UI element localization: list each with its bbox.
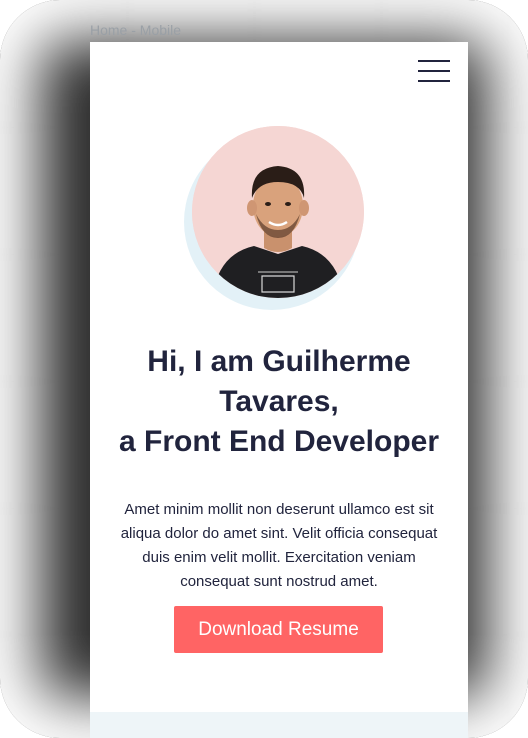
mobile-screen: Hi, I am Guilherme Tavares, a Front End … [90,42,468,738]
menu-bar-bottom [418,80,450,82]
hamburger-menu-icon[interactable] [418,60,450,82]
profile-avatar [184,126,364,310]
menu-bar-middle [418,70,450,72]
hero-intro-text: Amet minim mollit non deserunt ullamco e… [120,501,438,590]
avatar [192,126,364,298]
headline-line-2: Tavares, [219,385,339,418]
download-resume-button[interactable]: Download Resume [174,606,383,653]
headline-line-1: Hi, I am Guilherme [147,345,411,378]
menu-bar-top [418,60,450,62]
hero-headline: Hi, I am Guilherme Tavares, a Front End … [90,342,468,462]
frame-title: Home - Mobile [90,22,182,38]
next-section-edge [90,712,468,738]
headline-line-3: a Front End Developer [118,425,440,458]
avatar-photo [192,126,364,298]
